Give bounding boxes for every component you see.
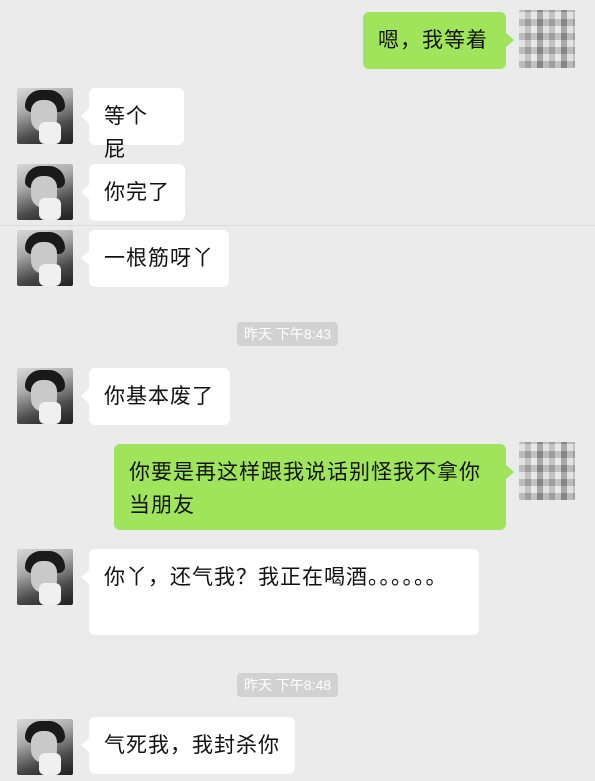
message-bubble-received[interactable]: 你丫，还气我？我正在喝酒。。。。。。 xyxy=(81,549,479,635)
friend-avatar[interactable] xyxy=(17,164,73,220)
message-text: 你完了 xyxy=(104,180,170,204)
message-text: 气死我，我封杀你 xyxy=(104,733,280,757)
message-bubble-sent[interactable]: 嗯，我等着 xyxy=(363,12,514,69)
friend-avatar[interactable] xyxy=(17,368,73,424)
message-bubble-received[interactable]: 等个屁 xyxy=(81,88,184,161)
message-text: 嗯，我等着 xyxy=(378,28,488,52)
divider xyxy=(0,225,595,226)
timestamp: 昨天 下午8:48 xyxy=(237,673,339,697)
chat-window: 嗯，我等着 等个屁 你完了 一根筋呀丫 昨天 下午8:43 你基本废了 你要是再… xyxy=(0,0,595,781)
friend-avatar[interactable] xyxy=(17,230,73,286)
message-bubble-received[interactable]: 你基本废了 xyxy=(81,368,230,425)
friend-avatar[interactable] xyxy=(17,719,73,775)
my-avatar[interactable] xyxy=(519,10,575,68)
message-text: 你基本废了 xyxy=(104,384,214,408)
message-text: 一根筋呀丫 xyxy=(104,246,214,270)
message-bubble-sent[interactable]: 你要是再这样跟我说话别怪我不拿你当朋友 xyxy=(114,444,514,530)
my-avatar[interactable] xyxy=(519,442,575,500)
message-text: 等个屁 xyxy=(104,104,148,161)
message-text: 你丫，还气我？我正在喝酒。。。。。。 xyxy=(104,565,448,589)
friend-avatar[interactable] xyxy=(17,88,73,144)
timestamp: 昨天 下午8:43 xyxy=(237,322,339,346)
message-bubble-received[interactable]: 一根筋呀丫 xyxy=(81,230,229,287)
message-bubble-received[interactable]: 你完了 xyxy=(81,164,185,221)
friend-avatar[interactable] xyxy=(17,549,73,605)
message-bubble-received[interactable]: 气死我，我封杀你 xyxy=(81,717,295,774)
message-text: 你要是再这样跟我说话别怪我不拿你当朋友 xyxy=(129,460,481,517)
